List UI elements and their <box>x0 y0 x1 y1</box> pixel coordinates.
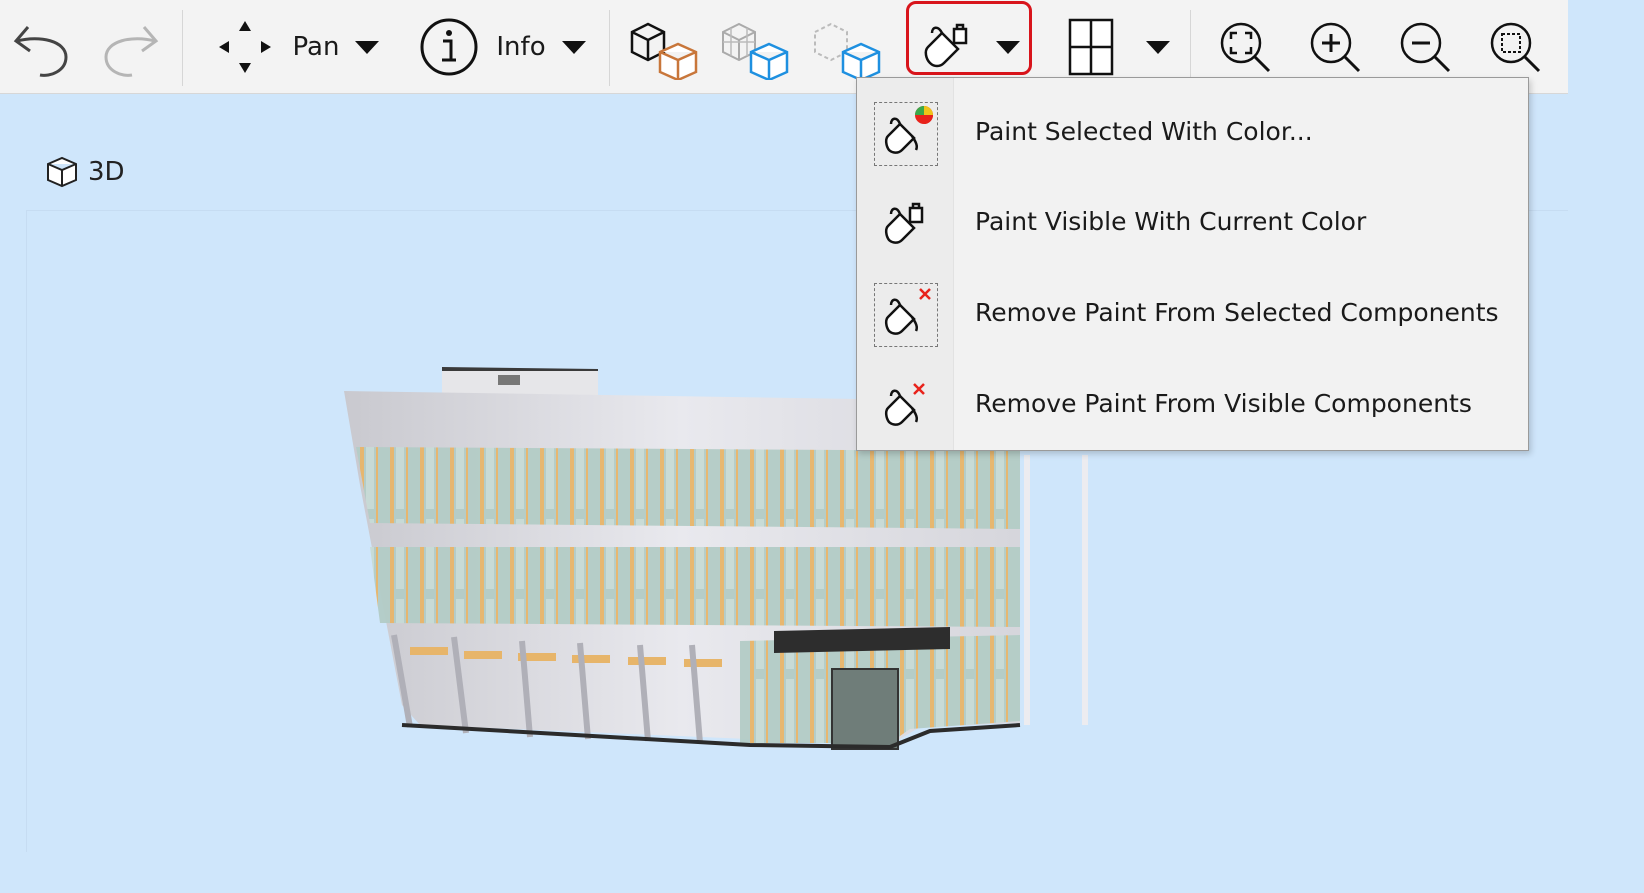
menu-item-remove-paint-selected[interactable]: Remove Paint From Selected Components <box>857 267 1528 357</box>
menu-item-label: Remove Paint From Visible Components <box>975 388 1472 418</box>
undo-button[interactable] <box>6 0 78 94</box>
remove-paint-selected-icon <box>871 280 941 350</box>
chevron-down-icon <box>355 40 380 54</box>
paint-selected-icon <box>871 99 941 169</box>
pan-label: Pan <box>292 32 340 62</box>
undo-icon <box>13 26 68 77</box>
paint-button-highlight <box>906 1 1032 75</box>
chevron-down-icon <box>1146 40 1170 54</box>
redo-icon <box>104 26 159 77</box>
menu-item-paint-selected[interactable]: Paint Selected With Color... <box>857 86 1528 176</box>
show-all-button[interactable] <box>622 0 702 94</box>
section-box-icon <box>1068 18 1114 76</box>
menu-item-label: Paint Visible With Current Color <box>975 206 1367 236</box>
redo-button[interactable] <box>94 0 166 94</box>
pan-button[interactable]: Pan <box>206 0 386 94</box>
zoom-in-icon <box>1310 22 1361 73</box>
zoom-fit-icon <box>1220 22 1271 73</box>
hide-icon <box>814 22 881 80</box>
pan-icon <box>218 21 271 73</box>
view-label: 3D <box>44 154 125 190</box>
isolate-icon <box>722 22 789 80</box>
menu-item-label: Remove Paint From Selected Components <box>975 297 1499 327</box>
menu-item-label: Paint Selected With Color... <box>975 116 1313 146</box>
zoom-window-icon <box>1490 22 1541 73</box>
menu-item-paint-visible[interactable]: Paint Visible With Current Color <box>857 176 1528 266</box>
paint-visible-icon <box>871 189 941 259</box>
toolbar-separator <box>182 10 183 86</box>
menu-item-remove-paint-visible[interactable]: Remove Paint From Visible Components <box>857 358 1528 448</box>
zoom-out-icon <box>1400 22 1451 73</box>
view-cube-icon <box>47 156 77 188</box>
info-label: Info <box>496 32 546 62</box>
remove-paint-visible-icon <box>871 371 941 441</box>
show-all-icon <box>630 22 698 80</box>
info-button[interactable]: Info <box>410 0 594 94</box>
info-icon <box>420 18 478 76</box>
paint-dropdown-menu: Paint Selected With Color... Paint Visib… <box>856 77 1529 451</box>
isolate-button[interactable] <box>712 0 794 94</box>
toolbar-separator <box>1190 10 1191 86</box>
toolbar-separator <box>609 10 610 86</box>
chevron-down-icon <box>561 40 586 54</box>
view-label-text: 3D <box>88 157 125 187</box>
